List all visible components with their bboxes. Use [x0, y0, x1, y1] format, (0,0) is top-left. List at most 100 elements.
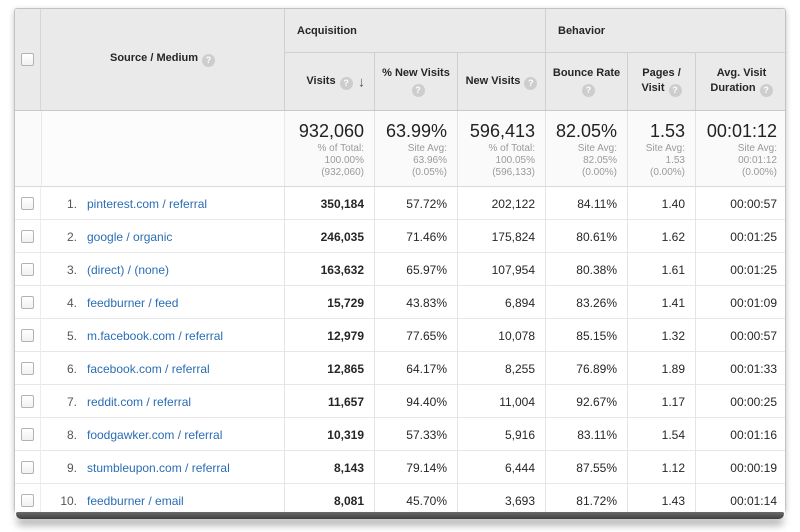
sort-descending-icon[interactable]: ↓	[358, 74, 365, 89]
pct-new-visits-cell: 77.65%	[374, 319, 457, 352]
help-icon[interactable]: ?	[760, 84, 773, 97]
bounce-rate-cell: 80.38%	[545, 253, 627, 286]
row-checkbox-cell	[15, 253, 41, 286]
avg-duration-cell: 00:01:25	[695, 220, 787, 253]
row-checkbox[interactable]	[21, 428, 34, 441]
summary-duration-value: 00:01:12	[700, 120, 777, 142]
pages-visit-cell: 1.32	[627, 319, 695, 352]
pages-visit-cell: 1.12	[627, 451, 695, 484]
row-checkbox[interactable]	[21, 296, 34, 309]
table-row: 2. google / organic 246,035 71.46% 175,8…	[15, 220, 785, 253]
bounce-rate-cell: 80.61%	[545, 220, 627, 253]
row-checkbox[interactable]	[21, 197, 34, 210]
pages-visit-cell: 1.17	[627, 385, 695, 418]
summary-pages-visit: 1.53 Site Avg:1.53(0.00%)	[627, 111, 695, 186]
table-row: 6. facebook.com / referral 12,865 64.17%…	[15, 352, 785, 385]
column-header-bounce-rate[interactable]: Bounce Rate?	[545, 53, 627, 110]
source-medium-link[interactable]: google / organic	[87, 230, 172, 244]
source-medium-table: Source / Medium? Acquisition Behavior Vi…	[14, 8, 786, 512]
column-header-avg-duration[interactable]: Avg. Visit Duration?	[695, 53, 787, 110]
visits-cell: 246,035	[284, 220, 374, 253]
analytics-report-page: Source / Medium? Acquisition Behavior Vi…	[0, 0, 800, 532]
source-medium-cell: 2. google / organic	[41, 220, 284, 253]
row-checkbox[interactable]	[21, 263, 34, 276]
avg-duration-header-label: Avg. Visit Duration	[710, 67, 766, 94]
table-row: 7. reddit.com / referral 11,657 94.40% 1…	[15, 385, 785, 418]
visits-cell: 8,143	[284, 451, 374, 484]
row-checkbox-cell	[15, 451, 41, 484]
bounce-rate-header-label: Bounce Rate	[553, 67, 620, 79]
avg-duration-cell: 00:01:25	[695, 253, 787, 286]
source-medium-cell: 7. reddit.com / referral	[41, 385, 284, 418]
column-header-pages-visit[interactable]: Pages / Visit?	[627, 53, 695, 110]
visits-cell: 11,657	[284, 385, 374, 418]
row-checkbox[interactable]	[21, 395, 34, 408]
help-icon[interactable]: ?	[202, 54, 215, 67]
column-header-new-visits[interactable]: New Visits?	[457, 53, 545, 110]
avg-duration-cell: 00:00:57	[695, 319, 787, 352]
source-medium-link[interactable]: m.facebook.com / referral	[87, 329, 223, 343]
source-medium-link[interactable]: feedburner / feed	[87, 296, 178, 310]
help-icon[interactable]: ?	[412, 84, 425, 97]
new-visits-cell: 6,894	[457, 286, 545, 319]
avg-duration-cell: 00:01:16	[695, 418, 787, 451]
source-medium-link[interactable]: feedburner / email	[87, 494, 184, 508]
row-rank: 6.	[47, 362, 77, 376]
source-medium-link[interactable]: foodgawker.com / referral	[87, 428, 222, 442]
pages-visit-cell: 1.62	[627, 220, 695, 253]
row-rank: 3.	[47, 263, 77, 277]
help-icon[interactable]: ?	[669, 84, 682, 97]
table-row: 3. (direct) / (none) 163,632 65.97% 107,…	[15, 253, 785, 286]
pages-visit-cell: 1.41	[627, 286, 695, 319]
new-visits-cell: 3,693	[457, 484, 545, 517]
row-checkbox[interactable]	[21, 362, 34, 375]
help-icon[interactable]: ?	[582, 84, 595, 97]
row-rank: 9.	[47, 461, 77, 475]
summary-row: 932,060 % of Total:100.00%(932,060) 63.9…	[15, 111, 785, 187]
table-row: 4. feedburner / feed 15,729 43.83% 6,894…	[15, 286, 785, 319]
source-medium-link[interactable]: facebook.com / referral	[87, 362, 210, 376]
bounce-rate-cell: 87.55%	[545, 451, 627, 484]
new-visits-cell: 6,444	[457, 451, 545, 484]
help-icon[interactable]: ?	[524, 77, 537, 90]
table-row: 1. pinterest.com / referral 350,184 57.7…	[15, 187, 785, 220]
source-medium-header-label: Source / Medium	[110, 52, 198, 64]
source-medium-link[interactable]: reddit.com / referral	[87, 395, 191, 409]
source-medium-cell: 10. feedburner / email	[41, 484, 284, 517]
pct-new-visits-cell: 64.17%	[374, 352, 457, 385]
row-rank: 4.	[47, 296, 77, 310]
column-header-source-medium[interactable]: Source / Medium?	[41, 9, 284, 110]
new-visits-cell: 175,824	[457, 220, 545, 253]
visits-cell: 163,632	[284, 253, 374, 286]
pct-new-visits-cell: 94.40%	[374, 385, 457, 418]
summary-new-visits-value: 596,413	[462, 120, 535, 142]
pages-visit-cell: 1.61	[627, 253, 695, 286]
select-all-cell	[15, 9, 41, 110]
group-header-acquisition: Acquisition	[284, 9, 545, 53]
row-rank: 2.	[47, 230, 77, 244]
source-medium-link[interactable]: (direct) / (none)	[87, 263, 169, 277]
pages-visit-cell: 1.40	[627, 187, 695, 220]
source-medium-link[interactable]: stumbleupon.com / referral	[87, 461, 230, 475]
column-header-visits[interactable]: Visits? ↓	[284, 53, 374, 110]
row-rank: 7.	[47, 395, 77, 409]
table-body: 1. pinterest.com / referral 350,184 57.7…	[15, 187, 785, 517]
summary-visits: 932,060 % of Total:100.00%(932,060)	[284, 111, 374, 186]
table-row: 10. feedburner / email 8,081 45.70% 3,69…	[15, 484, 785, 517]
column-header-pct-new-visits[interactable]: % New Visits?	[374, 53, 457, 110]
visits-cell: 12,979	[284, 319, 374, 352]
help-icon[interactable]: ?	[340, 77, 353, 90]
bounce-rate-cell: 81.72%	[545, 484, 627, 517]
row-checkbox[interactable]	[21, 230, 34, 243]
row-checkbox-cell	[15, 220, 41, 253]
row-checkbox[interactable]	[21, 461, 34, 474]
select-all-checkbox[interactable]	[21, 53, 34, 66]
pct-new-visits-cell: 65.97%	[374, 253, 457, 286]
row-checkbox-cell	[15, 187, 41, 220]
row-checkbox[interactable]	[21, 329, 34, 342]
source-medium-cell: 3. (direct) / (none)	[41, 253, 284, 286]
avg-duration-cell: 00:01:14	[695, 484, 787, 517]
source-medium-link[interactable]: pinterest.com / referral	[87, 197, 207, 211]
row-checkbox[interactable]	[21, 494, 34, 507]
table-row: 8. foodgawker.com / referral 10,319 57.3…	[15, 418, 785, 451]
